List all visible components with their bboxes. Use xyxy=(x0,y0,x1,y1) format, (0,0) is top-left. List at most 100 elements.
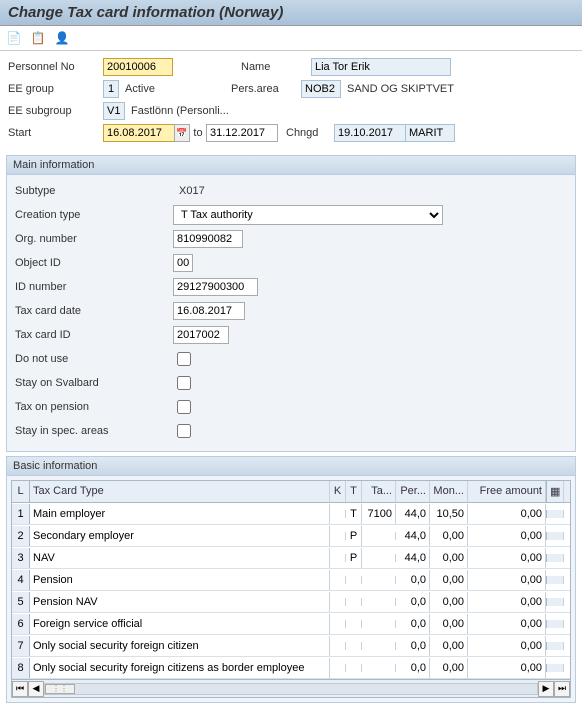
per-cell[interactable]: 44,0 xyxy=(396,526,430,546)
t-cell[interactable]: P xyxy=(346,526,362,546)
mon-cell[interactable]: 0,00 xyxy=(430,658,468,678)
object-id-field[interactable]: 00 xyxy=(173,254,193,272)
chngd-by-field: MARIT xyxy=(405,124,455,142)
tax-card-type-cell[interactable]: Pension NAV xyxy=(30,592,330,612)
tool-icon-3[interactable]: 👤 xyxy=(54,30,70,46)
svalbard-label: Stay on Svalbard xyxy=(15,377,153,389)
scroll-right-icon[interactable]: ▶ xyxy=(538,681,554,697)
tool-icon-1[interactable]: 📄 xyxy=(6,30,22,46)
table-row[interactable]: 3NAVP44,00,000,00 xyxy=(12,547,570,569)
k-cell[interactable] xyxy=(330,554,346,562)
mon-cell[interactable]: 0,00 xyxy=(430,526,468,546)
per-cell[interactable]: 0,0 xyxy=(396,570,430,590)
per-cell[interactable]: 0,0 xyxy=(396,614,430,634)
ta-cell[interactable] xyxy=(362,576,396,584)
free-cell[interactable]: 0,00 xyxy=(468,570,546,590)
t-cell[interactable] xyxy=(346,620,362,628)
tax-card-type-cell[interactable]: Secondary employer xyxy=(30,526,330,546)
mon-cell[interactable]: 0,00 xyxy=(430,570,468,590)
table-config-icon[interactable]: ▦ xyxy=(546,481,564,502)
col-type-header[interactable]: Tax Card Type xyxy=(30,481,330,502)
per-cell[interactable]: 44,0 xyxy=(396,504,430,524)
scroll-first-icon[interactable]: ⏮ xyxy=(12,681,28,697)
k-cell[interactable] xyxy=(330,620,346,628)
free-cell[interactable]: 0,00 xyxy=(468,614,546,634)
ta-cell[interactable] xyxy=(362,554,396,562)
pension-checkbox[interactable] xyxy=(177,400,191,414)
to-date-field[interactable]: 31.12.2017 xyxy=(206,124,278,142)
ta-cell[interactable] xyxy=(362,664,396,672)
scroll-last-icon[interactable]: ⏭ xyxy=(554,681,570,697)
spec-areas-checkbox[interactable] xyxy=(177,424,191,438)
col-l-header[interactable]: L xyxy=(12,481,30,502)
free-cell[interactable]: 0,00 xyxy=(468,592,546,612)
mon-cell[interactable]: 10,50 xyxy=(430,504,468,524)
free-cell[interactable]: 0,00 xyxy=(468,526,546,546)
free-cell[interactable]: 0,00 xyxy=(468,504,546,524)
tax-card-id-field[interactable]: 2017002 xyxy=(173,326,229,344)
t-cell[interactable] xyxy=(346,664,362,672)
mon-cell[interactable]: 0,00 xyxy=(430,614,468,634)
t-cell[interactable]: P xyxy=(346,548,362,568)
k-cell[interactable] xyxy=(330,532,346,540)
ta-cell[interactable] xyxy=(362,642,396,650)
do-not-use-checkbox[interactable] xyxy=(177,352,191,366)
mon-cell[interactable]: 0,00 xyxy=(430,592,468,612)
tax-card-type-cell[interactable]: Foreign service official xyxy=(30,614,330,634)
tax-card-type-cell[interactable]: Only social security foreign citizen xyxy=(30,636,330,656)
k-cell[interactable] xyxy=(330,642,346,650)
col-k-header[interactable]: K xyxy=(330,481,346,502)
mon-cell[interactable]: 0,00 xyxy=(430,548,468,568)
col-ta-header[interactable]: Ta... xyxy=(362,481,396,502)
t-cell[interactable]: T xyxy=(346,504,362,524)
table-row[interactable]: 6Foreign service official0,00,000,00 xyxy=(12,613,570,635)
ta-cell[interactable] xyxy=(362,598,396,606)
ta-cell[interactable]: 7100 xyxy=(362,504,396,524)
col-t-header[interactable]: T xyxy=(346,481,362,502)
col-free-header[interactable]: Free amount xyxy=(468,481,546,502)
table-row[interactable]: 8Only social security foreign citizens a… xyxy=(12,657,570,679)
k-cell[interactable] xyxy=(330,664,346,672)
table-row[interactable]: 1Main employer T710044,010,500,00 xyxy=(12,503,570,525)
t-cell[interactable] xyxy=(346,576,362,584)
mon-cell[interactable]: 0,00 xyxy=(430,636,468,656)
free-cell[interactable]: 0,00 xyxy=(468,658,546,678)
tax-card-type-cell[interactable]: Only social security foreign citizens as… xyxy=(30,658,330,678)
org-number-field[interactable]: 810990082 xyxy=(173,230,243,248)
table-row[interactable]: 5Pension NAV0,00,000,00 xyxy=(12,591,570,613)
ee-group-text: Active xyxy=(119,83,231,95)
free-cell[interactable]: 0,00 xyxy=(468,548,546,568)
table-row[interactable]: 4Pension0,00,000,00 xyxy=(12,569,570,591)
start-date-field[interactable]: 16.08.2017 xyxy=(103,124,175,142)
svalbard-checkbox[interactable] xyxy=(177,376,191,390)
tax-card-date-field[interactable]: 16.08.2017 xyxy=(173,302,245,320)
tax-card-type-cell[interactable]: NAV xyxy=(30,548,330,568)
ta-cell[interactable] xyxy=(362,620,396,628)
per-cell[interactable]: 44,0 xyxy=(396,548,430,568)
personnel-no-field[interactable]: 20010006 xyxy=(103,58,173,76)
table-row[interactable]: 2Secondary employerP44,00,000,00 xyxy=(12,525,570,547)
per-cell[interactable]: 0,0 xyxy=(396,636,430,656)
h-scroll-track[interactable]: ⋮⋮ xyxy=(44,683,538,695)
row-num: 1 xyxy=(12,504,30,524)
id-number-field[interactable]: 29127900300 xyxy=(173,278,258,296)
scroll-left-icon[interactable]: ◀ xyxy=(28,681,44,697)
t-cell[interactable] xyxy=(346,642,362,650)
col-mon-header[interactable]: Mon... xyxy=(430,481,468,502)
date-picker-icon[interactable]: 📅 xyxy=(174,124,190,142)
h-scroll-thumb[interactable]: ⋮⋮ xyxy=(45,684,75,694)
k-cell[interactable] xyxy=(330,598,346,606)
col-per-header[interactable]: Per... xyxy=(396,481,430,502)
tax-card-type-cell[interactable]: Pension xyxy=(30,570,330,590)
table-row[interactable]: 7Only social security foreign citizen0,0… xyxy=(12,635,570,657)
tax-card-type-cell[interactable]: Main employer xyxy=(30,504,330,524)
ta-cell[interactable] xyxy=(362,532,396,540)
k-cell[interactable] xyxy=(330,510,346,518)
per-cell[interactable]: 0,0 xyxy=(396,592,430,612)
t-cell[interactable] xyxy=(346,598,362,606)
free-cell[interactable]: 0,00 xyxy=(468,636,546,656)
per-cell[interactable]: 0,0 xyxy=(396,658,430,678)
k-cell[interactable] xyxy=(330,576,346,584)
creation-type-select[interactable]: T Tax authority xyxy=(173,205,443,225)
tool-icon-2[interactable]: 📋 xyxy=(30,30,46,46)
